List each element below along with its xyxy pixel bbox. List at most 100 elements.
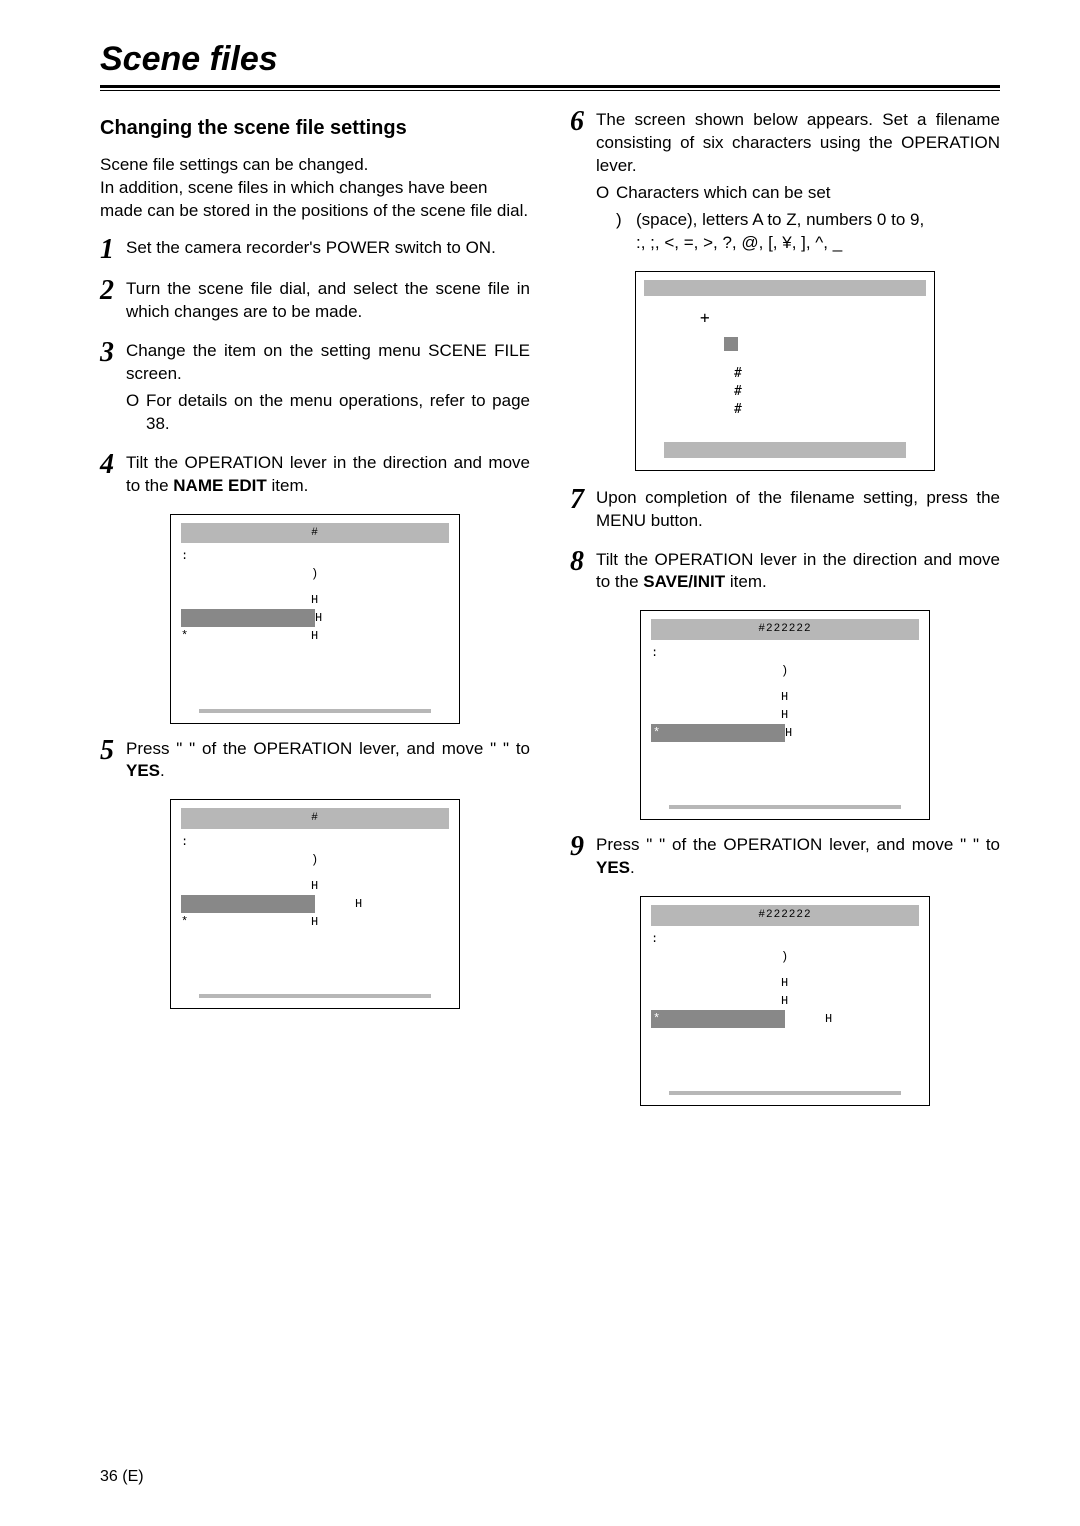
screen4-title-bar: #	[181, 523, 449, 544]
scr8-r2v: )	[781, 662, 788, 680]
step-2: 2 Turn the scene file dial, and select t…	[100, 278, 530, 324]
step-5-bold: YES	[126, 761, 160, 780]
step-7-body: Upon completion of the filename setting,…	[596, 487, 1000, 533]
screen9-title-bar: #222222	[651, 905, 919, 926]
scr9-r1l: :	[651, 930, 781, 948]
cursor-block-icon	[724, 337, 738, 351]
step-number-1: 1	[100, 237, 126, 262]
right-column: 6 The screen shown below appears. Set a …	[570, 109, 1000, 1120]
scr9-r5v: H	[825, 1010, 832, 1028]
step-8-bold: SAVE/INIT	[643, 572, 725, 591]
menu-screen-5: # : ) H H *H	[170, 799, 460, 1009]
scr9-r3v: H	[781, 974, 788, 992]
bullet-icon: O	[596, 182, 616, 255]
screen6-char-list: # # #	[734, 365, 926, 420]
left-column: Changing the scene file settings Scene f…	[100, 109, 530, 1120]
scr9-r2v: )	[781, 948, 788, 966]
screen6-bottom-bar	[664, 442, 906, 458]
step-9-c: " to	[973, 835, 1000, 854]
menu-screen-4: # : ) H H *H	[170, 514, 460, 724]
step-4-bold: NAME EDIT	[173, 476, 267, 495]
step-number-8: 8	[570, 549, 596, 595]
step-6-bullet: O Characters which can be set ) (space),…	[596, 182, 1000, 255]
section-heading: Changing the scene file settings	[100, 117, 530, 140]
step-6: 6 The screen shown below appears. Set a …	[570, 109, 1000, 255]
step-3-bullet: O For details on the menu operations, re…	[126, 390, 530, 436]
screen8-title-bar: #222222	[651, 619, 919, 640]
step-8-c: item.	[730, 572, 767, 591]
scr5-r5v: H	[311, 913, 318, 931]
page-title: Scene files	[100, 40, 1000, 79]
scr4-r1l: :	[181, 547, 311, 565]
step-5-body: Press " " of the OPERATION lever, and mo…	[126, 738, 530, 784]
scr9-r5l: *	[651, 1010, 785, 1028]
step-1-body: Set the camera recorder's POWER switch t…	[126, 237, 530, 262]
step-number-2: 2	[100, 278, 126, 324]
step-8-a: Tilt the OPERATION lever in the	[596, 550, 853, 569]
scr4-r4v: H	[315, 609, 322, 627]
scr5-r2v: )	[311, 851, 318, 869]
screen5-bottom-bar	[199, 994, 431, 998]
scr8-r4l	[651, 706, 781, 724]
step-9: 9 Press " " of the OPERATION lever, and …	[570, 834, 1000, 880]
scr8-r1l: :	[651, 644, 781, 662]
step-1: 1 Set the camera recorder's POWER switch…	[100, 237, 530, 262]
step-4: 4 Tilt the OPERATION lever in the direct…	[100, 452, 530, 498]
title-rule	[100, 85, 1000, 91]
scr4-r2l	[181, 565, 311, 583]
step-2-body: Turn the scene file dial, and select the…	[126, 278, 530, 324]
step-4-body: Tilt the OPERATION lever in the directio…	[126, 452, 530, 498]
scr5-r5l: *	[181, 913, 311, 931]
bullet-icon: O	[126, 390, 146, 436]
step-8-body: Tilt the OPERATION lever in the directio…	[596, 549, 1000, 595]
step-number-3: 3	[100, 340, 126, 436]
step-6-bullet-label: Characters which can be set	[616, 183, 831, 202]
scr4-r4l	[181, 609, 315, 627]
screen9-bottom-bar	[669, 1091, 901, 1095]
screen6-title-bar	[644, 280, 926, 296]
step-6-chars: ) (space), letters A to Z, numbers 0 to …	[616, 209, 924, 255]
scr8-r3l	[651, 688, 781, 706]
screen5-title-bar: #	[181, 808, 449, 829]
step-6-chars-1: (space), letters A to Z, numbers 0 to 9,	[636, 210, 924, 229]
step-number-9: 9	[570, 834, 596, 880]
step-9-d: .	[630, 858, 635, 877]
page-number: 36 (E)	[100, 1468, 144, 1486]
step-8: 8 Tilt the OPERATION lever in the direct…	[570, 549, 1000, 595]
scr9-r2l	[651, 948, 781, 966]
step-4-c: item.	[272, 476, 309, 495]
step-3-main: Change the item on the setting menu SCEN…	[126, 341, 530, 383]
scr5-r3l	[181, 877, 311, 895]
step-number-4: 4	[100, 452, 126, 498]
scr9-r3l	[651, 974, 781, 992]
scr4-r3v: H	[311, 591, 318, 609]
step-6-chars-2: :, ;, <, =, >, ?, @, [, ¥, ], ^, _	[636, 233, 842, 252]
scr8-r4v: H	[781, 706, 788, 724]
step-number-6: 6	[570, 109, 596, 255]
step-7: 7 Upon completion of the filename settin…	[570, 487, 1000, 533]
step-5-d: .	[160, 761, 165, 780]
intro-text: Scene file settings can be changed. In a…	[100, 154, 530, 223]
scr9-r4l	[651, 992, 781, 1010]
step-5-a: Press "	[126, 739, 182, 758]
step-5-c: " to	[503, 739, 530, 758]
step-9-b: " of the OPERATION lever, and move "	[659, 835, 966, 854]
scr8-r5v: H	[785, 724, 792, 742]
scr4-r5l: *	[181, 627, 311, 645]
step-3: 3 Change the item on the setting menu SC…	[100, 340, 530, 436]
step-6-body: The screen shown below appears. Set a fi…	[596, 109, 1000, 255]
scr5-r4v: H	[355, 895, 362, 913]
scr4-r5v: H	[311, 627, 318, 645]
step-9-a: Press "	[596, 835, 652, 854]
scr5-r2l	[181, 851, 311, 869]
screen8-bottom-bar	[669, 805, 901, 809]
scr5-r3v: H	[311, 877, 318, 895]
scr5-r4l	[181, 895, 315, 913]
menu-screen-8: #222222 : ) H H *H	[640, 610, 930, 820]
screen4-bottom-bar	[199, 709, 431, 713]
step-number-5: 5	[100, 738, 126, 784]
scr4-r3l	[181, 591, 311, 609]
scr8-r3v: H	[781, 688, 788, 706]
manual-page: Scene files Changing the scene file sett…	[0, 0, 1080, 1526]
two-column-layout: Changing the scene file settings Scene f…	[100, 109, 1000, 1120]
